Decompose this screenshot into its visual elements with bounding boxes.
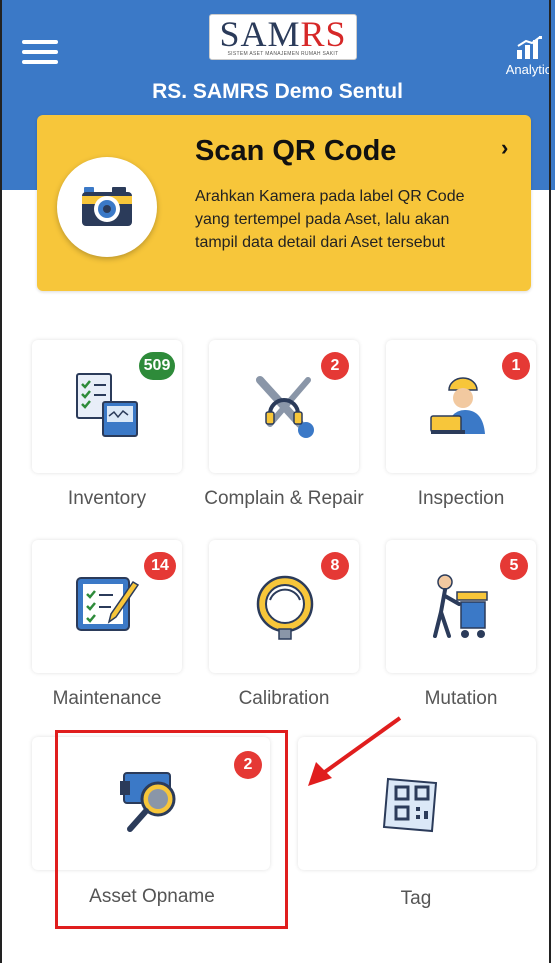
label-maintenance: Maintenance	[52, 688, 162, 709]
badge-inspection: 1	[502, 352, 530, 380]
chevron-right-icon[interactable]: ›	[501, 135, 508, 161]
scan-qr-description: Arahkan Kamera pada label QR Code yang t…	[195, 188, 465, 251]
checklist-pencil-icon	[76, 577, 140, 631]
tools-headset-icon	[256, 376, 314, 438]
badge-maintenance: 14	[144, 552, 176, 580]
inventory-checklist-icon	[76, 373, 138, 437]
tile-maintenance[interactable]: 14	[32, 540, 182, 673]
tile-inventory[interactable]: 509	[32, 340, 182, 473]
label-mutation: Mutation	[424, 688, 498, 709]
scanner-magnifier-icon	[120, 772, 176, 832]
hamburger-menu-icon[interactable]	[22, 40, 58, 64]
label-inventory: Inventory	[67, 488, 147, 509]
person-cart-icon	[433, 574, 488, 638]
samrs-logo: SAMRS SISTEM ASET MANAJEMEN RUMAH SAKIT	[209, 14, 357, 60]
label-complain-repair: Complain & Repair	[204, 488, 364, 509]
badge-asset-opname: 2	[234, 751, 262, 779]
camera-icon-circle	[57, 157, 157, 257]
label-calibration: Calibration	[238, 688, 330, 709]
hospital-name: RS. SAMRS Demo Sentul	[152, 80, 403, 103]
inspector-laptop-icon	[430, 377, 485, 434]
badge-mutation: 5	[500, 552, 528, 580]
bar-chart-icon	[516, 36, 542, 59]
badge-inventory: 509	[139, 352, 175, 380]
label-inspection: Inspection	[417, 488, 505, 509]
scan-qr-card[interactable]: Scan QR Code Arahkan Kamera pada label Q…	[37, 115, 531, 291]
logo-main-text: SAM	[219, 14, 301, 54]
gauge-ring-icon	[256, 575, 314, 640]
label-asset-opname: Asset Opname	[89, 886, 215, 907]
annotation-arrow-icon	[308, 716, 402, 786]
tile-complain-repair[interactable]: 2	[209, 340, 359, 473]
label-tag: Tag	[400, 888, 432, 909]
scan-qr-title: Scan QR Code	[195, 135, 397, 167]
tile-inspection[interactable]: 1	[386, 340, 536, 473]
analytic-button[interactable]: Analytic	[502, 36, 555, 77]
camera-icon	[82, 187, 132, 226]
badge-complain-repair: 2	[321, 352, 349, 380]
analytic-label: Analytic	[505, 62, 552, 77]
tile-mutation[interactable]: 5	[386, 540, 536, 673]
logo-accent-text: RS	[300, 14, 347, 54]
logo-subtitle: SISTEM ASET MANAJEMEN RUMAH SAKIT	[227, 51, 339, 57]
tile-calibration[interactable]: 8	[209, 540, 359, 673]
tile-asset-opname[interactable]: 2	[32, 737, 270, 870]
badge-calibration: 8	[321, 552, 349, 580]
